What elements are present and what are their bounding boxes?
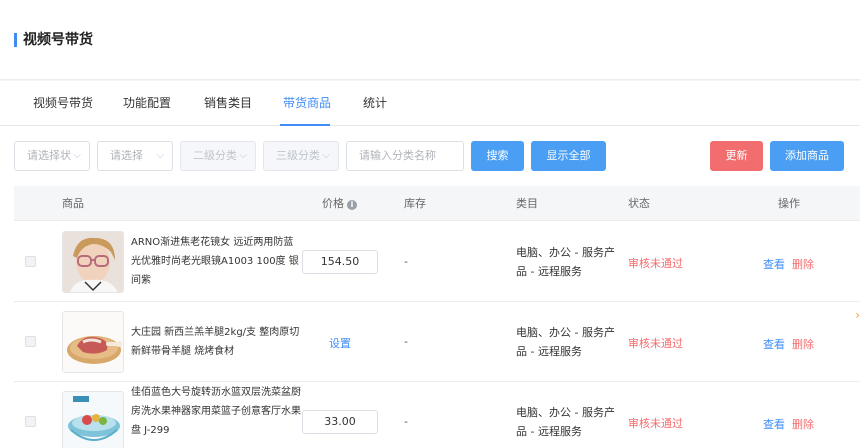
tab-video-selling[interactable]: 视频号带货 (33, 96, 93, 110)
tab-selling-products[interactable]: 带货商品 (283, 96, 331, 110)
delete-link[interactable]: 删除 (792, 336, 814, 352)
level2-category-select[interactable]: 二级分类 ⌵ (180, 141, 256, 171)
page-title: 视频号带货 (23, 32, 93, 48)
category-name-input[interactable]: 请输入分类名称 (346, 141, 464, 171)
status-badge: 审核未通过 (628, 417, 683, 430)
level3-select-placeholder: 三级分类 (276, 149, 320, 162)
add-product-button[interactable]: 添加商品 (770, 141, 844, 171)
status-badge: 审核未通过 (628, 257, 683, 270)
stock-value: - (404, 415, 408, 428)
level2-select-placeholder: 二级分类 (193, 149, 237, 162)
price-input[interactable]: 154.50 (302, 250, 378, 274)
product-thumbnail-drain-basket (62, 391, 124, 448)
col-stock: 库存 (404, 197, 426, 210)
chevron-down-icon: ⌵ (239, 150, 247, 161)
category-value: 电脑、办公 - 服务产品 - 远程服务 (516, 326, 615, 358)
product-name: 大庄园 新西兰羔羊腿2kg/支 整肉原切 新鲜带骨羊腿 烧烤食材 (131, 327, 300, 357)
col-product: 商品 (62, 197, 84, 210)
view-link[interactable]: 查看 (763, 416, 785, 432)
row-checkbox[interactable] (25, 416, 36, 427)
status-select[interactable]: 请选择状 ⌵ (14, 141, 90, 171)
level3-category-select[interactable]: 三级分类 ⌵ (263, 141, 339, 171)
product-thumbnail-glasses (62, 231, 124, 293)
row-checkbox[interactable] (25, 256, 36, 267)
status-badge: 审核未通过 (628, 337, 683, 350)
chevron-down-icon: ⌵ (156, 150, 164, 161)
table-header: 商品 价格 i 库存 类目 状态 操作 (14, 186, 860, 221)
title-accent-bar (14, 33, 17, 47)
price-input[interactable]: 33.00 (302, 410, 378, 434)
col-category: 类目 (516, 197, 538, 210)
refresh-button[interactable]: 更新 (710, 141, 763, 171)
view-link[interactable]: 查看 (763, 256, 785, 272)
category-value: 电脑、办公 - 服务产品 - 远程服务 (516, 246, 615, 278)
tab-statistics[interactable]: 统计 (363, 96, 387, 110)
table-row: ARNO渐进焦老花镜女 远近两用防蓝光优雅时尚老光眼镜A1003 100度 银间… (14, 222, 860, 302)
view-link[interactable]: 查看 (763, 336, 785, 352)
category-select-placeholder: 请选择 (110, 149, 143, 162)
tab-sales-category[interactable]: 销售类目 (204, 96, 252, 110)
tab-function-config[interactable]: 功能配置 (123, 96, 171, 110)
chevron-right-icon[interactable]: › (855, 308, 860, 322)
product-name: ARNO渐进焦老花镜女 远近两用防蓝光优雅时尚老光眼镜A1003 100度 银间… (131, 237, 299, 286)
tab-bar: 视频号带货 功能配置 销售类目 带货商品 统计 (0, 81, 860, 126)
delete-link[interactable]: 删除 (792, 416, 814, 432)
category-select[interactable]: 请选择 ⌵ (97, 141, 173, 171)
main-panel: 视频号带货 功能配置 销售类目 带货商品 统计 请选择状 ⌵ 请选择 ⌵ 二级分… (0, 81, 860, 448)
col-price-label: 价格 (322, 197, 344, 210)
chevron-down-icon: ⌵ (322, 150, 330, 161)
search-button[interactable]: 搜索 (471, 141, 524, 171)
row-checkbox[interactable] (25, 336, 36, 347)
set-price-link[interactable]: 设置 (329, 335, 351, 351)
table-row: 佳佰蓝色大号旋转沥水篮双层洗菜盆厨房洗水果神器家用菜篮子创意客厅水果盘 J-29… (14, 382, 860, 448)
page-header: 视频号带货 (0, 0, 860, 80)
category-value: 电脑、办公 - 服务产品 - 远程服务 (516, 406, 615, 438)
status-select-placeholder: 请选择状 (27, 149, 71, 162)
stock-value: - (404, 255, 408, 268)
chevron-down-icon: ⌵ (73, 150, 81, 161)
category-name-placeholder: 请输入分类名称 (359, 149, 436, 162)
product-name: 佳佰蓝色大号旋转沥水篮双层洗菜盆厨房洗水果神器家用菜篮子创意客厅水果盘 J-29… (131, 387, 301, 436)
table-row: 大庄园 新西兰羔羊腿2kg/支 整肉原切 新鲜带骨羊腿 烧烤食材 设置 - 电脑… (14, 302, 860, 382)
col-actions: 操作 (778, 197, 800, 210)
stock-value: - (404, 335, 408, 348)
col-price: 价格 i (322, 186, 357, 221)
info-circle-icon[interactable]: i (347, 200, 357, 210)
product-thumbnail-lamb-leg (62, 311, 124, 373)
col-status: 状态 (628, 197, 650, 210)
delete-link[interactable]: 删除 (792, 256, 814, 272)
show-all-button[interactable]: 显示全部 (531, 141, 606, 171)
active-tab-indicator (280, 124, 330, 126)
